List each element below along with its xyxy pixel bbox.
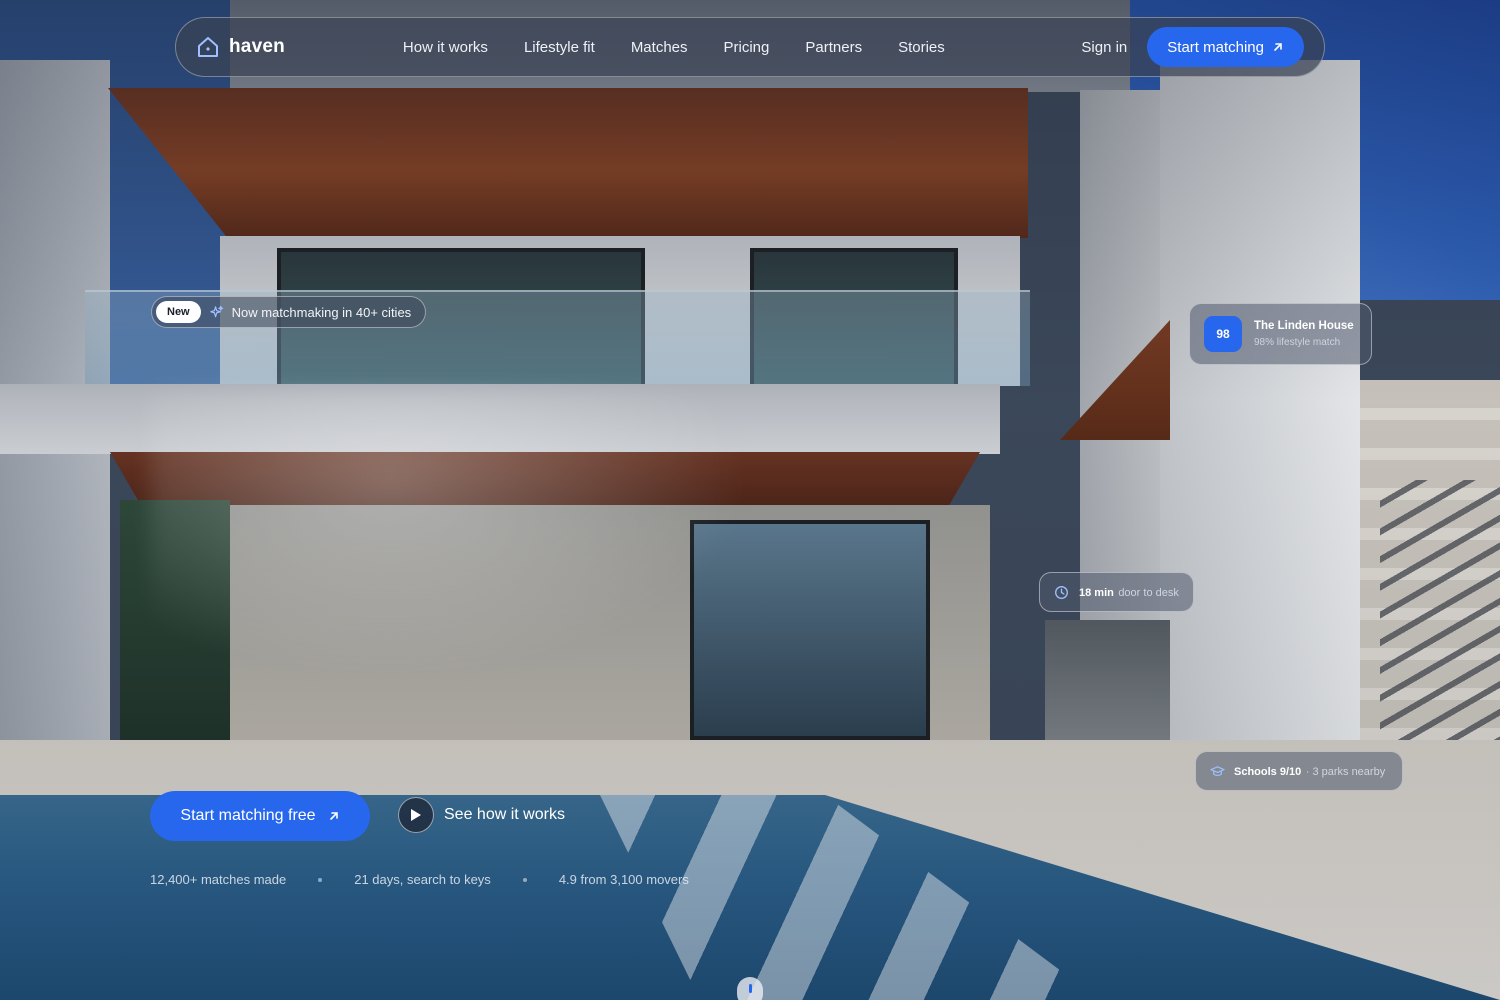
stat-matches: 12,400+ matches made xyxy=(150,872,287,887)
arrow-up-right-icon xyxy=(1274,43,1282,51)
match-card-subtitle: 98% lifestyle match xyxy=(1254,337,1341,348)
nav-actions: Sign in Start matching xyxy=(1081,27,1304,67)
nav-link-how-it-works[interactable]: How it works xyxy=(403,39,488,56)
separator-dot xyxy=(318,877,323,882)
parks-nearby: · 3 parks nearby xyxy=(1305,766,1386,778)
see-how-it-works-label: See how it works xyxy=(444,806,565,823)
start-matching-button[interactable]: Start matching xyxy=(1147,27,1304,67)
hero-background-photo xyxy=(0,0,1500,1000)
start-matching-free-button[interactable]: Start matching free xyxy=(150,791,370,841)
nav-link-lifestyle-fit[interactable]: Lifestyle fit xyxy=(524,39,595,56)
nav-link-matches[interactable]: Matches xyxy=(631,39,688,56)
commute-time: 18 min xyxy=(1079,587,1114,599)
play-button[interactable] xyxy=(398,797,434,833)
nav-links: How it works Lifestyle fit Matches Prici… xyxy=(403,39,945,56)
see-how-it-works-button[interactable]: See how it works xyxy=(398,797,565,833)
brand-logo[interactable]: haven xyxy=(196,35,285,59)
brand-name: haven xyxy=(229,36,285,57)
commute-card: 18 min door to desk xyxy=(1039,572,1194,612)
clock-icon xyxy=(1055,585,1068,599)
announcement-pill[interactable]: New Now matchmaking in 40+ cities xyxy=(151,296,427,328)
nav-link-pricing[interactable]: Pricing xyxy=(724,39,770,56)
match-card[interactable]: 98 The Linden House 98% lifestyle match xyxy=(1189,303,1372,365)
stat-days: 21 days, search to keys xyxy=(354,872,491,887)
match-card-text: The Linden House 98% lifestyle match xyxy=(1254,320,1354,348)
start-matching-label: Start matching xyxy=(1167,38,1264,56)
sparkle-icon xyxy=(209,305,223,317)
house-icon xyxy=(198,37,218,57)
sign-in-link[interactable]: Sign in xyxy=(1081,39,1127,56)
schools-card: Schools 9/10 · 3 parks nearby xyxy=(1195,751,1403,791)
match-score-badge: 98 xyxy=(1204,316,1242,352)
scroll-dot xyxy=(748,984,752,993)
new-badge: New xyxy=(156,301,201,323)
scroll-indicator[interactable] xyxy=(737,977,763,1000)
schools-rating: Schools 9/10 xyxy=(1234,766,1302,778)
announcement-text: Now matchmaking in 40+ cities xyxy=(231,304,412,320)
top-navbar: haven How it works Lifestyle fit Matches… xyxy=(175,17,1325,77)
play-icon xyxy=(411,809,421,821)
graduation-cap-icon xyxy=(1210,765,1225,776)
nav-link-stories[interactable]: Stories xyxy=(898,39,945,56)
commute-label: door to desk xyxy=(1118,587,1179,599)
nav-link-partners[interactable]: Partners xyxy=(805,39,862,56)
match-card-title: The Linden House xyxy=(1254,320,1354,332)
stat-rating: 4.9 from 3,100 movers xyxy=(558,872,689,887)
arrow-up-right-icon xyxy=(329,812,338,820)
stats-row: 12,400+ matches made 21 days, search to … xyxy=(150,872,689,887)
start-matching-free-label: Start matching free xyxy=(180,807,316,824)
separator-dot xyxy=(522,877,527,882)
